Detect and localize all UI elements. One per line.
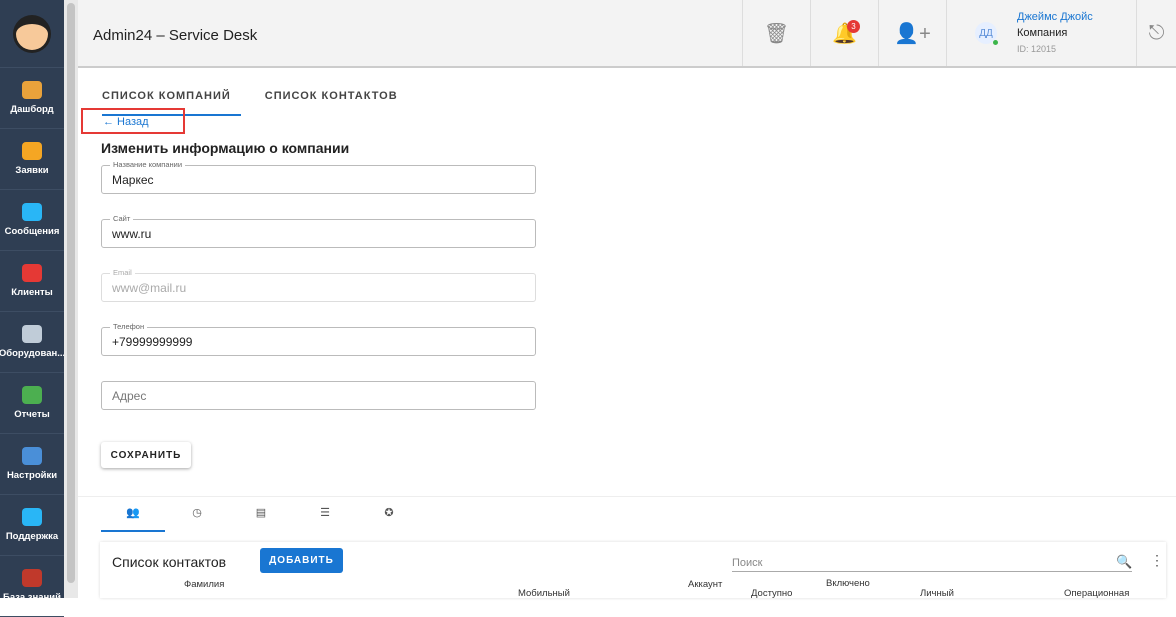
field-label: Сайт (110, 214, 134, 223)
site-field[interactable]: Сайт www.ru (101, 214, 536, 248)
sidebar-item[interactable]: База знаний (0, 556, 64, 617)
column-header[interactable]: Включено (826, 578, 870, 589)
column-header[interactable]: Операционная (1064, 588, 1129, 599)
sidebar-item-label: Дашборд (10, 104, 54, 115)
notifications-button[interactable]: 🔔 3 (810, 0, 878, 66)
field-label: Название компании (110, 160, 186, 169)
tab-documents-icon[interactable]: ▤ (229, 502, 293, 532)
sidebar-item[interactable]: Настройки (0, 434, 64, 495)
sidebar-item-icon (22, 142, 42, 160)
tab-list-icon[interactable]: ☰ (293, 502, 357, 532)
field-label: Email (110, 268, 135, 277)
column-header[interactable]: Аккаунт (688, 579, 722, 590)
trash-button[interactable]: 🗑 (742, 0, 810, 66)
tab-contacts[interactable]: СПИСОК КОНТАКТОВ (265, 90, 398, 116)
logout-button[interactable]: ⎋ (1136, 0, 1176, 66)
sidebar-item-label: Настройки (6, 470, 58, 481)
sidebar-item[interactable]: Заявки (0, 129, 64, 190)
sidebar-item-label: Отчеты (14, 409, 50, 420)
sidebar-item-icon (22, 203, 42, 221)
tab-contacts-icon[interactable]: 👥 (101, 502, 165, 532)
sidebar-item-label: Поддержка (5, 531, 59, 542)
search-icon[interactable]: 🔍 (1116, 554, 1132, 570)
field-placeholder: Адрес (112, 389, 147, 403)
user-role: Компания (1017, 27, 1068, 39)
sidebar-item-icon (22, 325, 42, 343)
field-value: +79999999999 (112, 335, 193, 349)
sidebar-item[interactable]: Отчеты (0, 373, 64, 434)
column-header[interactable]: Мобильный (518, 588, 570, 599)
notification-badge: 3 (847, 20, 860, 33)
face-icon (13, 14, 51, 53)
header: Admin24 – Service Desk 🗑 🔔 3 👤+ ДД Джеймс… (78, 0, 1176, 68)
app-title: Admin24 – Service Desk (93, 27, 258, 44)
sidebar-item[interactable]: Сообщения (0, 190, 64, 251)
sidebar-item-icon (22, 569, 42, 587)
column-header[interactable]: Фамилия (184, 579, 224, 590)
sidebar-item[interactable]: Дашборд (0, 68, 64, 129)
search-input[interactable]: Поиск (732, 557, 1132, 572)
sidebar: Дашборд Заявки Сообщения Клиенты Оборудован.… (0, 0, 64, 617)
sidebar-item-icon (22, 447, 42, 465)
contacts-card: Список контактов ДОБАВИТЬ Поиск 🔍 ⋮ Фами… (100, 542, 1166, 599)
add-user-button[interactable]: 👤+ (878, 0, 946, 66)
user-avatar: ДД (975, 22, 998, 45)
tab-history-icon[interactable]: ◷ (165, 502, 229, 532)
sidebar-item-icon (22, 508, 42, 526)
add-user-icon: 👤+ (894, 22, 931, 45)
more-options-icon[interactable]: ⋮ (1150, 552, 1164, 569)
field-value: Маркес (112, 173, 154, 187)
sidebar-item-label: Оборудован... (0, 348, 64, 359)
address-field[interactable]: Адрес (101, 381, 536, 410)
field-value: www@mail.ru (112, 281, 187, 295)
main-content: СПИСОК КОМПАНИЙ СПИСОК КОНТАКТОВ ← Назад… (78, 70, 1176, 599)
sidebar-item-label: Сообщения (4, 226, 60, 237)
sidebar-item-icon (22, 386, 42, 404)
online-status-icon (993, 40, 998, 45)
tab-tickets-icon[interactable]: ✪ (357, 502, 421, 532)
sidebar-item-label: Заявки (15, 165, 49, 176)
email-field: Email www@mail.ru (101, 268, 536, 302)
sidebar-item[interactable]: Оборудован... (0, 312, 64, 373)
field-value: www.ru (112, 227, 152, 241)
user-profile[interactable]: ДД Джеймс Джойс Компания ID: 12015 (946, 0, 1136, 66)
company-name-field[interactable]: Название компании Маркес (101, 160, 536, 194)
column-header[interactable]: Личный (920, 588, 954, 599)
sidebar-item[interactable]: Клиенты (0, 251, 64, 312)
avatar-logo[interactable] (0, 0, 64, 68)
phone-field[interactable]: Телефон +79999999999 (101, 322, 536, 356)
sidebar-item-icon (22, 81, 42, 99)
field-label: Телефон (110, 322, 148, 331)
divider (78, 496, 1176, 497)
sidebar-item-label: Клиенты (11, 287, 53, 298)
save-button[interactable]: СОХРАНИТЬ (101, 442, 191, 468)
user-name[interactable]: Джеймс Джойс (1017, 9, 1093, 25)
back-link[interactable]: ← Назад (81, 108, 185, 134)
logout-icon: ⎋ (1148, 21, 1165, 44)
sidebar-item[interactable]: Поддержка (0, 495, 64, 556)
form-title: Изменить информацию о компании (101, 140, 350, 156)
sidebar-item-icon (22, 264, 42, 282)
add-contact-button[interactable]: ДОБАВИТЬ (260, 548, 343, 573)
user-id: ID: 12015 (1017, 44, 1057, 54)
scrollbar[interactable] (64, 0, 78, 598)
contacts-title: Список контактов (112, 554, 227, 570)
trash-icon: 🗑 (763, 22, 790, 45)
column-header[interactable]: Доступно (751, 588, 792, 599)
